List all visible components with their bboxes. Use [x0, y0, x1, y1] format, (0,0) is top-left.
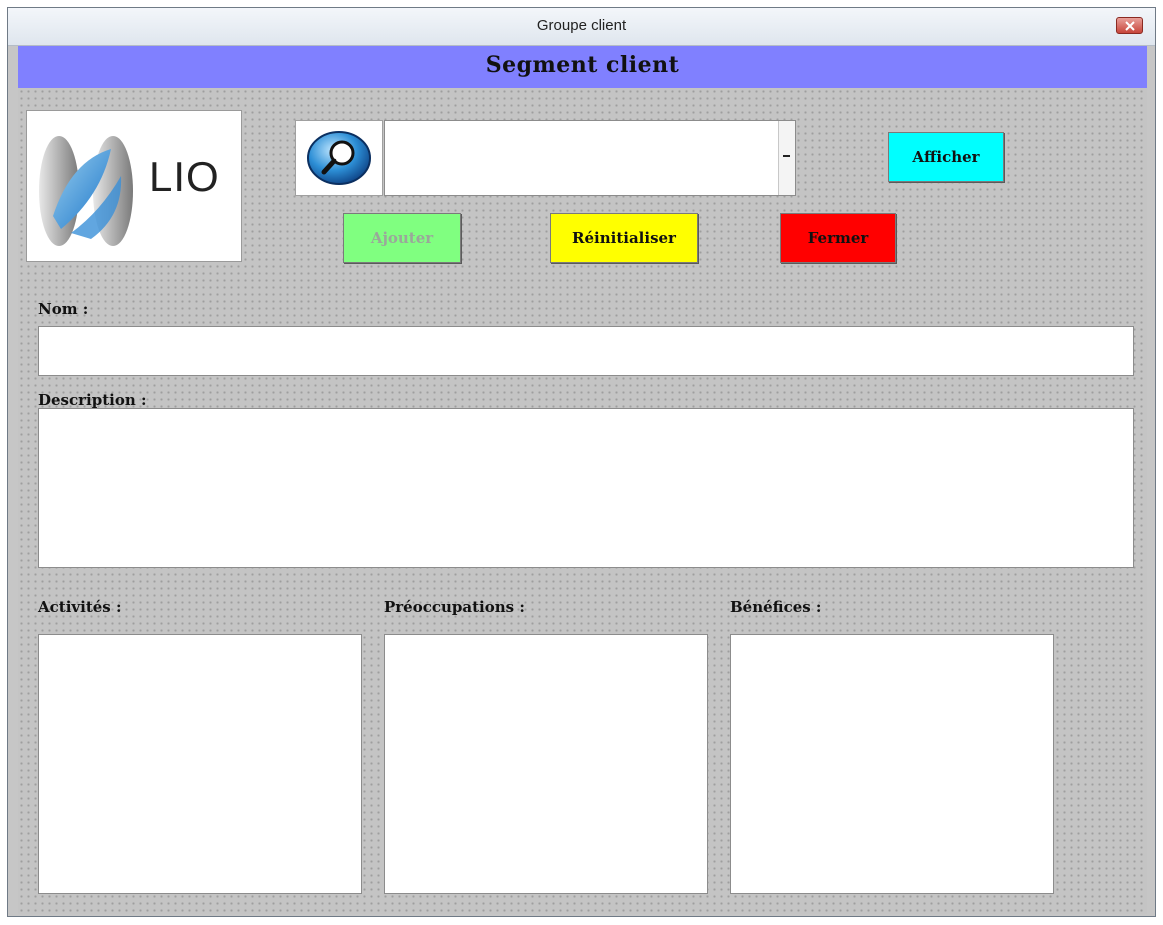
combobox-dropdown-button[interactable]	[778, 121, 795, 195]
preoccupations-field-box	[384, 634, 708, 894]
logo-wordmark: LIO	[149, 153, 220, 200]
dropdown-arrow-icon	[783, 155, 790, 157]
description-field-box	[38, 408, 1134, 568]
nom-input[interactable]	[39, 327, 1133, 375]
description-input[interactable]	[39, 409, 1133, 567]
logo-emblem-icon	[39, 136, 133, 246]
window-title: Groupe client	[536, 17, 627, 34]
preoccupations-label: Préoccupations :	[384, 598, 525, 616]
nom-label: Nom :	[38, 300, 89, 318]
fermer-button[interactable]: Fermer	[780, 213, 896, 263]
benefices-field-box	[730, 634, 1054, 894]
activites-input[interactable]	[39, 635, 361, 893]
description-label: Description :	[38, 391, 147, 409]
search-input[interactable]	[389, 125, 773, 191]
preoccupations-input[interactable]	[385, 635, 707, 893]
activites-label: Activités :	[38, 598, 122, 616]
benefices-input[interactable]	[731, 635, 1053, 893]
header-band: Segment client	[18, 46, 1147, 88]
ajouter-button[interactable]: Ajouter	[343, 213, 461, 263]
close-icon	[1125, 21, 1135, 31]
search-button[interactable]	[295, 120, 383, 196]
page-title: Segment client	[485, 52, 680, 78]
search-combobox[interactable]	[384, 120, 796, 196]
title-bar: Groupe client	[8, 8, 1155, 46]
activites-field-box	[38, 634, 362, 894]
benefices-label: Bénéfices :	[730, 598, 822, 616]
app-window: Groupe client Segment client LIO Affiche…	[7, 7, 1156, 917]
search-icon	[307, 131, 371, 185]
company-logo: LIO	[26, 110, 242, 262]
nom-field-box	[38, 326, 1134, 376]
reinitialiser-button[interactable]: Réinitialiser	[550, 213, 698, 263]
afficher-button[interactable]: Afficher	[888, 132, 1004, 182]
close-button[interactable]	[1116, 17, 1143, 34]
